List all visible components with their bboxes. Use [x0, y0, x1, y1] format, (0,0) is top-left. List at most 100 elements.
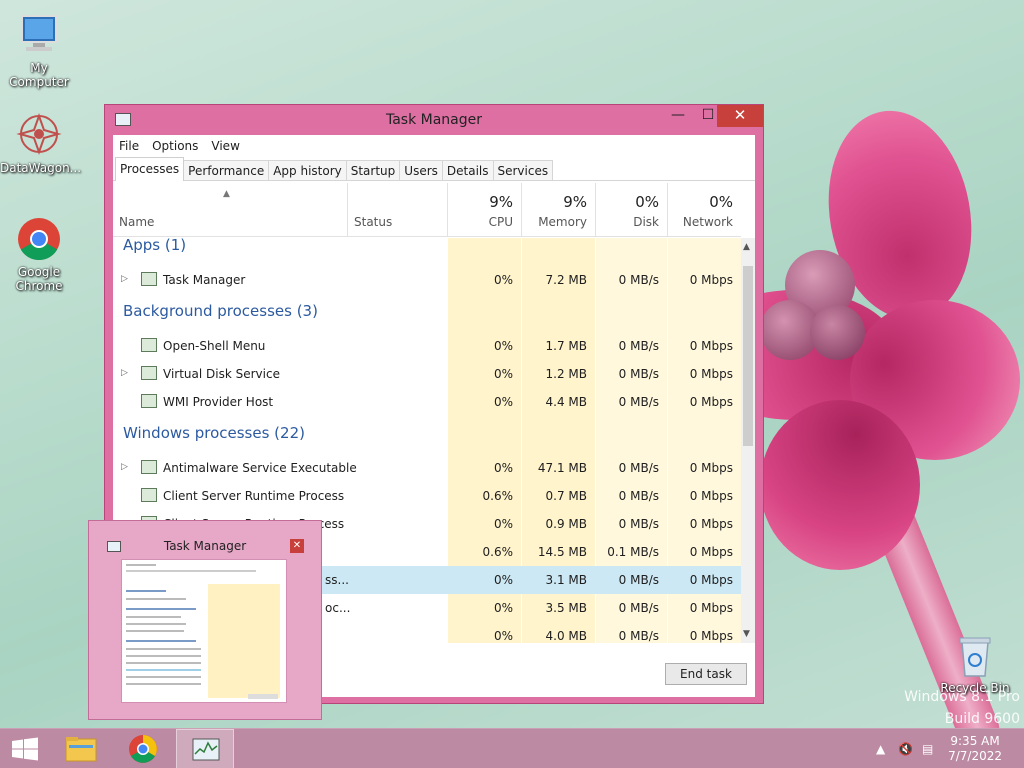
- column-label-network: Network: [682, 215, 733, 229]
- group-header-background: Background processes (3): [123, 302, 318, 320]
- volume-muted-icon[interactable]: 🔇: [898, 742, 913, 756]
- desktop-icon-datawagon[interactable]: DataWagon...: [0, 112, 81, 175]
- process-mem-value: 4.0 MB: [545, 629, 587, 643]
- process-row[interactable]: ▷ Task Manager 0% 7.2 MB 0 MB/s 0 Mbps: [113, 266, 741, 294]
- column-header-status[interactable]: Status: [347, 183, 447, 237]
- expand-arrow-icon[interactable]: ▷: [121, 368, 128, 378]
- column-header-cpu[interactable]: 9% CPU: [447, 183, 521, 237]
- tab-app-history[interactable]: App history: [268, 160, 347, 180]
- minimize-button[interactable]: —: [663, 105, 693, 127]
- process-name: Task Manager: [163, 273, 246, 287]
- recycle-bin-icon: [952, 632, 998, 678]
- column-header-memory[interactable]: 9% Memory: [521, 183, 595, 237]
- process-net-value: 0 Mbps: [689, 629, 733, 643]
- process-mem-value: 3.5 MB: [545, 601, 587, 615]
- scroll-thumb[interactable]: [743, 266, 753, 446]
- chrome-icon: [129, 735, 157, 763]
- process-icon: [141, 488, 157, 502]
- process-net-value: 0 Mbps: [689, 573, 733, 587]
- tab-details[interactable]: Details: [441, 160, 494, 180]
- process-cpu-value: 0%: [493, 367, 513, 381]
- menu-view[interactable]: View: [211, 139, 239, 153]
- desktop-icon-my-computer[interactable]: My Computer: [0, 12, 78, 89]
- tab-processes[interactable]: Processes: [115, 157, 185, 181]
- network-total-percent: 0%: [709, 193, 733, 211]
- process-row[interactable]: ▷ Virtual Disk Service 0% 1.2 MB 0 MB/s 0 Mbp…: [113, 360, 741, 388]
- folder-icon: [65, 737, 97, 762]
- taskbar-chrome[interactable]: [114, 729, 172, 768]
- preview-window-thumbnail: [121, 559, 287, 703]
- process-disk-value: 0 MB/s: [618, 573, 659, 587]
- taskbar-task-manager[interactable]: [176, 729, 234, 768]
- process-row[interactable]: Open-Shell Menu 0% 1.7 MB 0 MB/s 0 Mbps: [113, 332, 741, 360]
- show-hidden-icons[interactable]: ▲: [876, 742, 885, 756]
- process-disk-value: 0 MB/s: [618, 517, 659, 531]
- cpu-total-percent: 9%: [489, 193, 513, 211]
- process-name: WMI Provider Host: [163, 395, 274, 409]
- vertical-scrollbar[interactable]: ▲ ▼: [741, 238, 755, 643]
- expand-arrow-icon[interactable]: ▷: [121, 274, 128, 284]
- desktop-icon-label: Google Chrome: [15, 265, 63, 293]
- process-icon: [141, 338, 157, 352]
- system-clock[interactable]: 9:35 AM 7/7/2022: [948, 734, 1002, 764]
- network-icon[interactable]: ▤: [922, 742, 933, 756]
- taskbar: ▲ 🔇 ▤ 9:35 AM 7/7/2022: [0, 728, 1024, 768]
- process-cpu-value: 0.6%: [482, 545, 514, 559]
- expand-arrow-icon[interactable]: ▷: [121, 462, 128, 472]
- process-name: Client Server Runtime Process: [163, 489, 345, 503]
- scroll-down-icon[interactable]: ▼: [743, 629, 750, 639]
- process-net-value: 0 Mbps: [689, 339, 733, 353]
- desktop-icon-google-chrome[interactable]: Google Chrome: [0, 216, 78, 293]
- tab-performance[interactable]: Performance: [183, 160, 270, 180]
- taskbar-file-explorer[interactable]: [52, 729, 110, 768]
- menu-options[interactable]: Options: [152, 139, 198, 153]
- menu-bar: File Options View: [113, 135, 755, 157]
- preview-highlight-column: [208, 584, 280, 698]
- process-cpu-value: 0%: [493, 461, 513, 475]
- computer-icon: [16, 12, 62, 58]
- taskbar-thumbnail-preview[interactable]: Task Manager ✕: [88, 520, 322, 720]
- process-disk-value: 0.1 MB/s: [607, 545, 659, 559]
- end-task-button[interactable]: End task: [665, 663, 747, 685]
- process-row[interactable]: ▷ Antimalware Service Executable 0% 47.1 MB…: [113, 454, 741, 482]
- process-name: Open-Shell Menu: [163, 339, 266, 353]
- close-button[interactable]: ✕: [717, 105, 763, 127]
- process-icon: [141, 272, 157, 286]
- column-header-disk[interactable]: 0% Disk: [595, 183, 667, 237]
- clock-date: 7/7/2022: [948, 749, 1002, 763]
- scroll-up-icon[interactable]: ▲: [743, 242, 750, 252]
- process-cpu-value: 0%: [493, 573, 513, 587]
- process-net-value: 0 Mbps: [689, 601, 733, 615]
- process-name: Antimalware Service Executable: [163, 461, 357, 475]
- preview-line: [126, 623, 186, 625]
- preview-line: [126, 590, 166, 592]
- process-disk-value: 0 MB/s: [618, 339, 659, 353]
- process-net-value: 0 Mbps: [689, 489, 733, 503]
- process-row[interactable]: Client Server Runtime Process 0.6% 0.7 MB 0…: [113, 482, 741, 510]
- process-mem-value: 7.2 MB: [545, 273, 587, 287]
- menu-file[interactable]: File: [119, 139, 139, 153]
- column-label-memory: Memory: [538, 215, 587, 229]
- process-mem-value: 0.7 MB: [545, 489, 587, 503]
- chrome-icon: [16, 216, 62, 262]
- close-icon: ✕: [733, 106, 747, 124]
- process-cpu-value: 0%: [493, 629, 513, 643]
- column-label-name: Name: [119, 215, 155, 229]
- preview-line: [126, 648, 201, 650]
- process-net-value: 0 Mbps: [689, 367, 733, 381]
- column-label-cpu: CPU: [488, 215, 513, 229]
- process-row[interactable]: WMI Provider Host 0% 4.4 MB 0 MB/s 0 Mbps: [113, 388, 741, 416]
- start-button[interactable]: [0, 729, 50, 768]
- disk-total-percent: 0%: [635, 193, 659, 211]
- tab-users[interactable]: Users: [399, 160, 443, 180]
- tab-services[interactable]: Services: [492, 160, 554, 180]
- title-bar[interactable]: Task Manager — ☐ ✕: [105, 105, 763, 135]
- column-header-network[interactable]: 0% Network: [667, 183, 741, 237]
- preview-close-button[interactable]: ✕: [290, 539, 304, 553]
- process-disk-value: 0 MB/s: [618, 601, 659, 615]
- process-mem-value: 4.4 MB: [545, 395, 587, 409]
- column-header-name[interactable]: ▲ Name: [113, 183, 347, 237]
- tab-startup[interactable]: Startup: [345, 160, 401, 180]
- group-header-apps: Apps (1): [123, 236, 187, 254]
- process-disk-value: 0 MB/s: [618, 629, 659, 643]
